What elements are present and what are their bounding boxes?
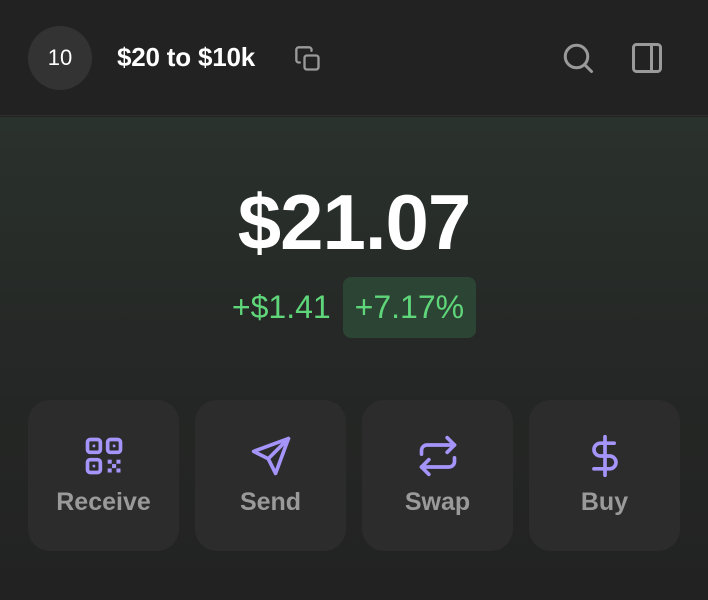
- search-icon[interactable]: [560, 40, 596, 76]
- dollar-icon: [591, 434, 618, 478]
- swap-label: Swap: [404, 488, 471, 516]
- change-amount: +$1.41: [231, 289, 331, 325]
- balance-change: +$1.41 +7.17%: [0, 277, 708, 338]
- send-icon: [251, 436, 290, 476]
- buy-button[interactable]: Buy: [529, 400, 680, 551]
- balance-amount: $21.07: [237, 178, 472, 266]
- side-panel-icon[interactable]: [629, 40, 665, 76]
- send-label: Send: [239, 488, 302, 516]
- qr-code-icon: [85, 437, 122, 475]
- header: 10 $20 to $10k: [0, 0, 708, 116]
- action-buttons: Receive Send Swap Buy: [28, 400, 680, 552]
- receive-label: Receive: [56, 488, 151, 516]
- change-percent-badge: +7.17%: [342, 277, 477, 338]
- portfolio-section: $21.07 +$1.41 +7.17% Receive Send Swap B…: [0, 117, 708, 600]
- account-avatar[interactable]: 10: [28, 26, 92, 90]
- swap-icon: [419, 435, 456, 477]
- send-button[interactable]: Send: [195, 400, 346, 551]
- swap-button[interactable]: Swap: [362, 400, 513, 551]
- wallet-name[interactable]: $20 to $10k: [117, 42, 255, 73]
- receive-button[interactable]: Receive: [28, 400, 179, 551]
- copy-icon[interactable]: [294, 45, 322, 73]
- buy-label: Buy: [580, 488, 629, 516]
